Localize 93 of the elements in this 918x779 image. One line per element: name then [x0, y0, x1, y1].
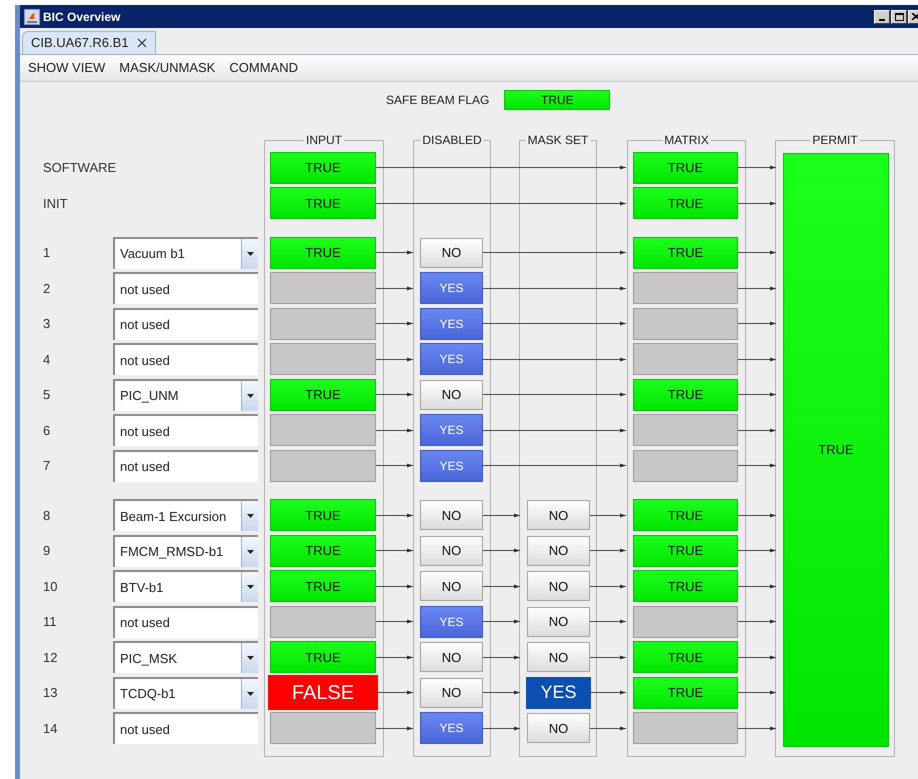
channel-number: 11 — [43, 613, 58, 631]
text-field[interactable]: not used — [113, 606, 258, 638]
text-field[interactable]: not used — [113, 712, 258, 744]
state-indicator: TRUE — [270, 236, 376, 269]
text-field[interactable]: not used — [113, 343, 258, 376]
caret-icon[interactable] — [246, 692, 254, 696]
text-field[interactable]: not used — [113, 272, 258, 304]
state-indicator: TRUE — [633, 499, 738, 532]
status-indicator: NO — [527, 642, 590, 672]
status-indicator: NO — [420, 642, 483, 672]
state-indicator: TRUE — [633, 641, 738, 674]
channel-number: 13 — [43, 684, 58, 702]
state-indicator: TRUE — [270, 378, 376, 411]
menu-item[interactable]: MASK/UNMASK — [119, 58, 216, 78]
caret-icon[interactable] — [246, 514, 254, 518]
state-indicator: TRUE — [633, 378, 738, 411]
row-label: SOFTWARE — [43, 159, 118, 177]
caret-icon[interactable] — [246, 550, 254, 554]
channel-number: 10 — [43, 578, 58, 596]
status-indicator: YES — [420, 606, 483, 638]
column-title: DISABLED — [420, 133, 484, 147]
channel-number: 5 — [43, 386, 52, 404]
status-indicator: NO — [420, 536, 483, 566]
status-indicator: YES — [526, 676, 591, 709]
state-indicator: TRUE — [633, 236, 738, 269]
channel-number: 9 — [43, 542, 52, 560]
status-indicator: NO — [420, 380, 483, 410]
state-indicator: TRUE — [633, 570, 738, 602]
dropdown-field[interactable]: FMCM_RMSD-b1 — [113, 534, 258, 567]
state-indicator: TRUE — [270, 499, 376, 532]
channel-number: 1 — [43, 244, 52, 262]
status-indicator: NO — [420, 571, 483, 602]
menu-item[interactable]: COMMAND — [229, 58, 298, 78]
status-indicator: YES — [420, 343, 483, 376]
channel-number: 8 — [43, 506, 52, 524]
permit-indicator: TRUE — [783, 153, 889, 747]
dropdown-field[interactable]: TCDQ-b1 — [113, 676, 258, 709]
channel-number: 4 — [43, 350, 52, 368]
status-indicator: YES — [420, 414, 483, 446]
state-indicator: TRUE — [270, 187, 376, 220]
column-title: MASK SET — [526, 133, 590, 147]
status-indicator: NO — [527, 500, 590, 530]
row-label: INIT — [43, 194, 69, 212]
dropdown-field[interactable]: PIC_UNM — [113, 378, 258, 411]
state-indicator: FALSE — [268, 675, 378, 710]
state-indicator: TRUE — [633, 152, 738, 184]
dropdown-field[interactable]: BTV-b1 — [113, 570, 258, 602]
text-field[interactable]: not used — [113, 414, 258, 446]
caret-icon[interactable] — [246, 394, 254, 398]
state-indicator: TRUE — [633, 534, 738, 567]
channel-number: 7 — [43, 457, 52, 475]
dropdown-field[interactable]: PIC_MSK — [113, 641, 258, 674]
caret-icon[interactable] — [246, 585, 254, 590]
status-indicator: NO — [420, 500, 483, 530]
close-icon[interactable] — [136, 38, 147, 48]
column-title: PERMIT — [810, 133, 860, 147]
caret-icon[interactable] — [246, 656, 254, 660]
status-indicator: YES — [420, 712, 483, 744]
status-indicator: NO — [527, 713, 590, 744]
safe-beam-flag-label: SAFE BEAM FLAG — [386, 92, 490, 108]
status-indicator: YES — [420, 272, 483, 304]
window-title: BIC Overview — [43, 8, 120, 26]
minimize-button[interactable] — [874, 10, 890, 24]
maximize-button[interactable] — [891, 10, 907, 24]
status-indicator: NO — [527, 536, 590, 566]
app-icon — [24, 8, 40, 24]
text-field[interactable]: not used — [113, 308, 258, 340]
text-field[interactable]: not used — [113, 450, 258, 482]
safe-beam-flag-indicator: TRUE — [504, 90, 610, 110]
channel-number: 2 — [43, 280, 52, 298]
status-indicator: NO — [420, 678, 483, 708]
channel-number: 3 — [43, 315, 52, 333]
column-title: INPUT — [304, 133, 344, 147]
status-indicator: NO — [420, 238, 483, 268]
state-indicator: TRUE — [270, 152, 376, 184]
menu-item[interactable]: SHOW VIEW — [28, 58, 106, 78]
state-indicator: TRUE — [270, 534, 376, 567]
column-title: MATRIX — [662, 133, 711, 147]
state-indicator: TRUE — [633, 187, 738, 220]
channel-number: 14 — [43, 720, 58, 738]
state-indicator: TRUE — [270, 641, 376, 674]
state-indicator: TRUE — [633, 676, 738, 709]
status-indicator: YES — [420, 308, 483, 340]
status-indicator: YES — [420, 450, 483, 482]
status-indicator: NO — [527, 571, 590, 602]
state-indicator: TRUE — [270, 570, 376, 602]
dropdown-field[interactable]: Vacuum b1 — [113, 236, 258, 269]
tab[interactable]: CIB.UA67.R6.B1 — [22, 31, 156, 54]
status-indicator: NO — [527, 606, 590, 637]
dropdown-field[interactable]: Beam-1 Excursion — [113, 499, 258, 532]
channel-number: 12 — [43, 648, 58, 666]
channel-number: 6 — [43, 422, 52, 440]
caret-icon[interactable] — [246, 252, 254, 256]
